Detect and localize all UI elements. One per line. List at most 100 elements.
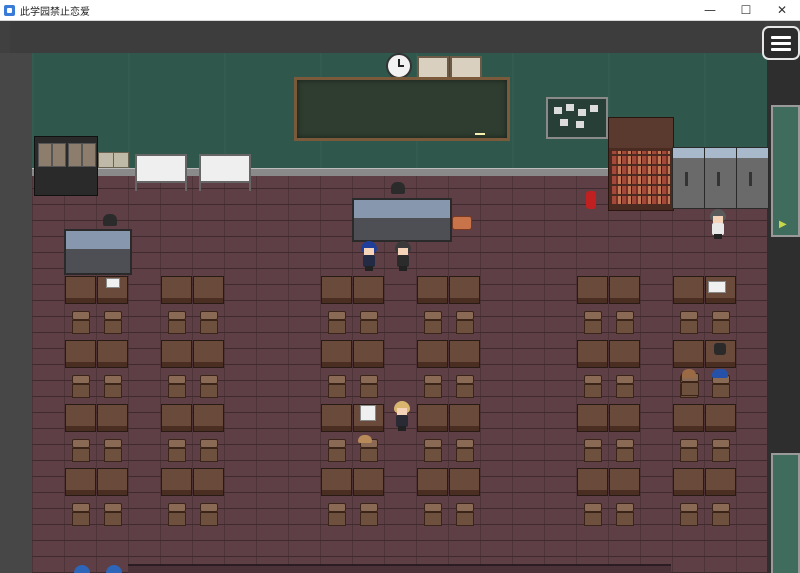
teacher-desk[interactable] [352,198,452,242]
student-desk[interactable] [193,276,224,304]
student-desk[interactable] [193,340,224,368]
student-chair[interactable] [615,439,634,462]
student-chair[interactable] [455,311,474,334]
hamburger-menu-icon[interactable] [762,26,800,60]
student-desk[interactable] [193,404,224,432]
bulletin-board[interactable] [546,97,608,139]
student-chair[interactable] [455,375,474,398]
student-chair[interactable] [583,375,602,398]
blackboard[interactable] [294,77,510,141]
student-desk[interactable] [449,468,480,496]
student-chair[interactable] [455,503,474,526]
student-chair[interactable] [359,503,378,526]
paper-icon[interactable] [106,278,120,288]
student-chair[interactable] [71,375,90,398]
student-chair[interactable] [327,375,346,398]
student-chair[interactable] [103,311,122,334]
student-chair[interactable] [103,439,122,462]
student-desk[interactable] [609,468,640,496]
student-desk[interactable] [673,468,704,496]
student-desk[interactable] [449,276,480,304]
student-chair[interactable] [423,439,442,462]
bookcase[interactable] [608,117,674,211]
student-desk[interactable] [353,340,384,368]
student-chair[interactable] [583,503,602,526]
student-desk[interactable] [321,468,352,496]
student-desk[interactable] [673,404,704,432]
game-canvas[interactable]: ▶ [0,21,800,573]
student-chair[interactable] [615,503,634,526]
student-desk[interactable] [193,468,224,496]
student-desk[interactable] [353,276,384,304]
exit-arrow-icon[interactable]: ▶ [779,219,787,230]
locker[interactable] [704,147,737,209]
student-desk[interactable] [577,340,608,368]
left-bookshelf[interactable] [34,136,98,196]
student-desk[interactable] [449,340,480,368]
student-desk[interactable] [65,468,96,496]
student-chair[interactable] [103,503,122,526]
student-desk[interactable] [577,404,608,432]
student-chair[interactable] [359,375,378,398]
paper-icon[interactable] [708,281,726,293]
student-desk[interactable] [417,404,448,432]
student-desk[interactable] [161,404,192,432]
student-desk[interactable] [673,276,704,304]
student-desk[interactable] [321,404,352,432]
student-desk[interactable] [417,468,448,496]
student-chair[interactable] [359,311,378,334]
student-chair[interactable] [199,375,218,398]
side-desk[interactable] [64,229,132,275]
student-desk[interactable] [449,404,480,432]
student-chair[interactable] [423,375,442,398]
student-chair[interactable] [327,439,346,462]
student-desk[interactable] [353,468,384,496]
student-chair[interactable] [583,311,602,334]
student-chair[interactable] [167,311,186,334]
character-dark-hair[interactable] [393,241,413,271]
minimize-button[interactable]: — [692,0,728,20]
student-chair[interactable] [327,311,346,334]
student-desk[interactable] [673,340,704,368]
student-desk[interactable] [65,404,96,432]
student-desk[interactable] [705,404,736,432]
student-chair[interactable] [711,311,730,334]
student-desk[interactable] [161,276,192,304]
student-chair[interactable] [327,503,346,526]
student-desk[interactable] [65,276,96,304]
student-desk[interactable] [577,276,608,304]
backpack-icon[interactable] [714,343,726,355]
student-desk[interactable] [161,340,192,368]
student-chair[interactable] [455,439,474,462]
student-desk[interactable] [161,468,192,496]
paper-icon[interactable] [360,405,376,421]
maximize-button[interactable]: ☐ [728,0,764,20]
locker[interactable] [672,147,705,209]
student-chair[interactable] [103,375,122,398]
student-chair[interactable] [679,311,698,334]
student-desk[interactable] [97,468,128,496]
student-desk[interactable] [65,340,96,368]
fire-extinguisher-icon[interactable] [586,191,596,209]
student-chair[interactable] [167,439,186,462]
student-desk[interactable] [97,404,128,432]
student-chair[interactable] [679,439,698,462]
student-desk[interactable] [321,340,352,368]
student-chair[interactable] [199,311,218,334]
student-chair[interactable] [615,311,634,334]
student-desk[interactable] [609,340,640,368]
student-desk[interactable] [321,276,352,304]
student-desk[interactable] [705,468,736,496]
character-at-locker[interactable] [708,209,728,239]
school-bag-icon[interactable] [452,216,472,230]
student-chair[interactable] [199,439,218,462]
student-chair[interactable] [199,503,218,526]
student-desk[interactable] [97,340,128,368]
student-chair[interactable] [71,503,90,526]
student-chair[interactable] [167,375,186,398]
student-chair[interactable] [423,311,442,334]
locker[interactable] [736,147,769,209]
player-character-blonde[interactable] [392,401,412,431]
student-chair[interactable] [679,503,698,526]
character-blue-hair[interactable] [359,241,379,271]
